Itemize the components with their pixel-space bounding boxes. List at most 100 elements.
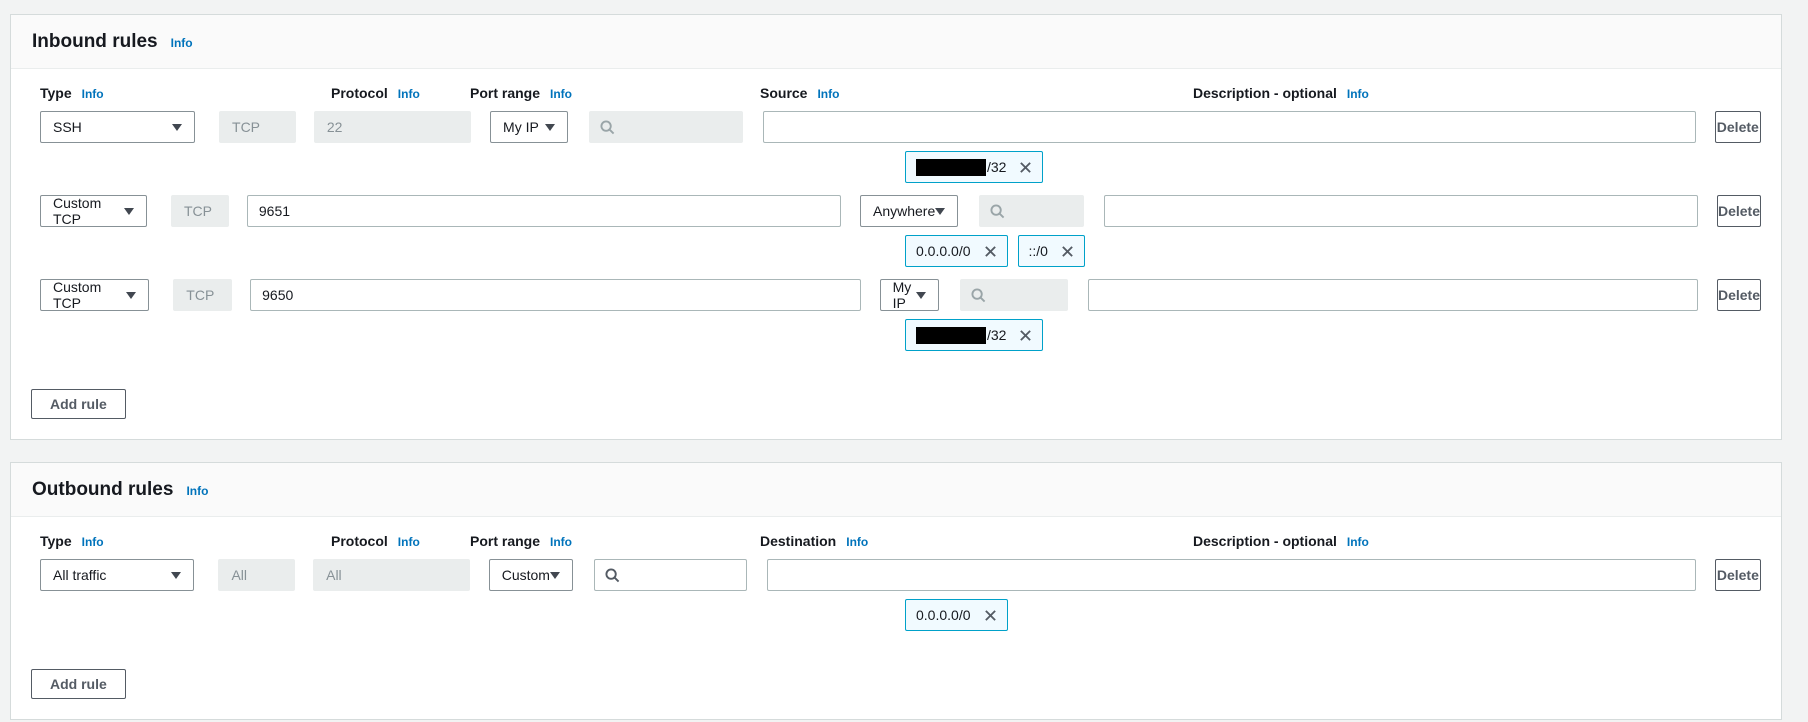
chevron-down-icon [935, 208, 945, 215]
source-select-value: My IP [503, 119, 539, 135]
outbound-panel-header: Outbound rulesInfo [11, 463, 1781, 517]
destination-tokens: 0.0.0.0/0 [905, 599, 1761, 631]
dismiss-token-icon[interactable] [984, 245, 997, 258]
delete-rule-button[interactable]: Delete [1717, 279, 1761, 311]
type-select-value: All traffic [53, 567, 106, 583]
search-icon [605, 568, 620, 583]
cidr-token: ::/0 [1018, 235, 1085, 267]
port-range-input[interactable] [247, 195, 841, 227]
description-input[interactable] [1088, 279, 1698, 311]
protocol-field: TCP [219, 111, 296, 143]
search-icon [990, 204, 1005, 219]
column-header-port-range: Port rangeInfo [470, 533, 741, 549]
type-select-value: SSH [53, 119, 82, 135]
info-link[interactable]: Info [550, 87, 572, 101]
redacted-ip [916, 159, 986, 176]
source-select[interactable]: My IP [490, 111, 568, 143]
inbound-rules-panel: Inbound rules Info TypeInfo ProtocolInfo … [10, 14, 1782, 440]
info-link[interactable]: Info [82, 87, 104, 101]
outbound-panel-content: TypeInfo ProtocolInfo Port rangeInfo Des… [11, 517, 1781, 719]
info-link[interactable]: Info [186, 484, 208, 498]
redacted-ip [916, 327, 986, 344]
type-select[interactable]: All traffic [40, 559, 194, 591]
column-header-destination: DestinationInfo [760, 533, 884, 549]
chevron-down-icon [172, 124, 182, 131]
cidr-token: /32 [905, 319, 1043, 351]
chevron-down-icon [545, 124, 555, 131]
column-header-port-range: Port rangeInfo [470, 85, 741, 101]
column-header-protocol: ProtocolInfo [331, 85, 452, 101]
source-tokens: /32 [905, 319, 1761, 351]
search-icon [600, 120, 615, 135]
inbound-title: Inbound rules [32, 31, 158, 52]
delete-rule-button[interactable]: Delete [1717, 195, 1761, 227]
port-range-field: All [313, 559, 470, 591]
source-search-input [589, 111, 743, 143]
column-header-source: SourceInfo [760, 85, 884, 101]
search-icon [971, 288, 986, 303]
chevron-down-icon [126, 292, 136, 299]
source-select[interactable]: My IP [880, 279, 940, 311]
port-range-input[interactable] [250, 279, 860, 311]
chevron-down-icon [171, 572, 181, 579]
inbound-panel-content: TypeInfo ProtocolInfo Port rangeInfo Sou… [11, 69, 1781, 439]
cidr-label: 0.0.0.0/0 [916, 243, 971, 259]
column-header-description: Description - optionalInfo [1193, 85, 1607, 101]
info-link[interactable]: Info [846, 535, 868, 549]
dismiss-token-icon[interactable] [1061, 245, 1074, 258]
delete-rule-button[interactable]: Delete [1715, 111, 1761, 143]
info-link[interactable]: Info [171, 36, 193, 50]
cidr-suffix: /32 [987, 159, 1006, 175]
protocol-field: TCP [171, 195, 229, 227]
info-link[interactable]: Info [398, 535, 420, 549]
cidr-suffix: /32 [987, 327, 1006, 343]
type-select-value: Custom TCP [53, 279, 126, 311]
column-header-protocol: ProtocolInfo [331, 533, 452, 549]
chevron-down-icon [916, 292, 926, 299]
description-input[interactable] [767, 559, 1696, 591]
chevron-down-icon [124, 208, 134, 215]
dismiss-token-icon[interactable] [1019, 161, 1032, 174]
inbound-column-headers: TypeInfo ProtocolInfo Port rangeInfo Sou… [40, 85, 1761, 101]
source-search-input [979, 195, 1084, 227]
destination-select[interactable]: Custom [489, 559, 573, 591]
type-select[interactable]: Custom TCP [40, 279, 149, 311]
port-range-field: 22 [314, 111, 471, 143]
description-input[interactable] [1104, 195, 1698, 227]
column-header-type: TypeInfo [40, 85, 307, 101]
source-select[interactable]: Anywhere [860, 195, 958, 227]
protocol-field: All [218, 559, 295, 591]
source-search-input [960, 279, 1067, 311]
type-select[interactable]: Custom TCP [40, 195, 147, 227]
info-link[interactable]: Info [1347, 535, 1369, 549]
inbound-panel-header: Inbound rules Info [11, 15, 1781, 69]
cidr-token: 0.0.0.0/0 [905, 599, 1008, 631]
outbound-column-headers: TypeInfo ProtocolInfo Port rangeInfo Des… [40, 533, 1761, 549]
chevron-down-icon [550, 572, 560, 579]
dismiss-token-icon[interactable] [984, 609, 997, 622]
description-input[interactable] [763, 111, 1695, 143]
source-select-value: Anywhere [873, 203, 935, 219]
cidr-label: 0.0.0.0/0 [916, 607, 971, 623]
column-header-description: Description - optionalInfo [1193, 533, 1607, 549]
info-link[interactable]: Info [82, 535, 104, 549]
outbound-rule-row-1: All traffic All All Custom Delete 0.0.0.… [31, 559, 1761, 631]
inbound-rule-row-2: Custom TCP TCP Anywhere Delete 0.0.0.0/0 [31, 195, 1761, 267]
type-select[interactable]: SSH [40, 111, 195, 143]
protocol-field: TCP [173, 279, 232, 311]
inbound-rule-row-1: SSH TCP 22 My IP Delete /32 [31, 111, 1761, 183]
info-link[interactable]: Info [1347, 87, 1369, 101]
delete-rule-button[interactable]: Delete [1715, 559, 1761, 591]
destination-select-value: Custom [502, 567, 550, 583]
add-rule-button[interactable]: Add rule [31, 669, 126, 699]
destination-search-input[interactable] [594, 559, 747, 591]
source-tokens: /32 [905, 151, 1761, 183]
cidr-token: 0.0.0.0/0 [905, 235, 1008, 267]
add-rule-button[interactable]: Add rule [31, 389, 126, 419]
info-link[interactable]: Info [550, 535, 572, 549]
type-select-value: Custom TCP [53, 195, 124, 227]
dismiss-token-icon[interactable] [1019, 329, 1032, 342]
info-link[interactable]: Info [398, 87, 420, 101]
info-link[interactable]: Info [817, 87, 839, 101]
source-tokens: 0.0.0.0/0 ::/0 [905, 235, 1761, 267]
